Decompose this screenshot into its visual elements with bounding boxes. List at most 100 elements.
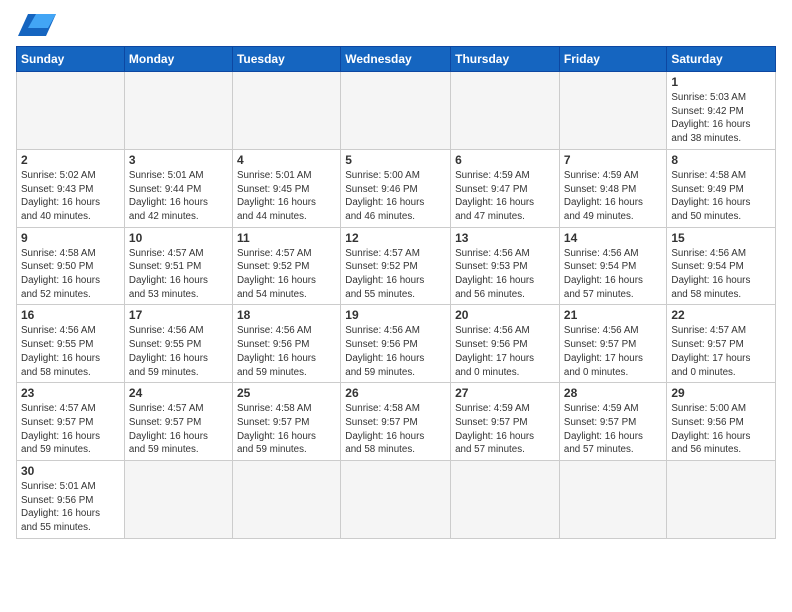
day-number: 20 (455, 308, 555, 322)
calendar-day-cell (232, 461, 340, 539)
day-info: Sunrise: 5:02 AM Sunset: 9:43 PM Dayligh… (21, 169, 120, 224)
day-info: Sunrise: 4:57 AM Sunset: 9:57 PM Dayligh… (21, 402, 120, 457)
day-info: Sunrise: 4:57 AM Sunset: 9:52 PM Dayligh… (237, 247, 336, 302)
calendar-day-cell: 9Sunrise: 4:58 AM Sunset: 9:50 PM Daylig… (17, 227, 125, 305)
calendar-day-cell: 12 Sunrise: 4:57 AM Sunset: 9:52 PM Dayli… (341, 227, 451, 305)
day-number: 27 (455, 386, 555, 400)
calendar-day-cell: 21Sunrise: 4:56 AM Sunset: 9:57 PM Dayli… (559, 305, 666, 383)
day-info: Sunrise: 4:56 AM Sunset: 9:54 PM Dayligh… (564, 247, 662, 302)
day-info: Sunrise: 5:00 AM Sunset: 9:56 PM Dayligh… (671, 402, 771, 457)
day-number: 1 (671, 75, 771, 89)
calendar-week-row: 16 Sunrise: 4:56 AM Sunset: 9:55 PM Dayli… (17, 305, 776, 383)
day-number: 19 (345, 308, 446, 322)
day-info: Sunrise: 5:01 AM Sunset: 9:44 PM Dayligh… (129, 169, 228, 224)
day-info: Sunrise: 5:01 AM Sunset: 9:45 PM Dayligh… (237, 169, 336, 224)
calendar-day-cell (667, 461, 776, 539)
calendar-day-cell: 30 Sunrise: 5:01 AM Sunset: 9:56 PM Dayli… (17, 461, 125, 539)
calendar-day-cell (232, 72, 340, 150)
calendar-day-cell: 24 Sunrise: 4:57 AM Sunset: 9:57 PM Dayli… (124, 383, 232, 461)
day-number: 9 (21, 231, 120, 245)
calendar-day-cell: 28Sunrise: 4:59 AM Sunset: 9:57 PM Dayli… (559, 383, 666, 461)
header-day: Saturday (667, 47, 776, 72)
day-info: Sunrise: 4:57 AM Sunset: 9:51 PM Dayligh… (129, 247, 228, 302)
calendar-day-cell (451, 461, 560, 539)
day-number: 29 (671, 386, 771, 400)
day-info: Sunrise: 5:03 AM Sunset: 9:42 PM Dayligh… (671, 91, 771, 146)
day-info: Sunrise: 4:58 AM Sunset: 9:57 PM Dayligh… (237, 402, 336, 457)
calendar-week-row: 1 Sunrise: 5:03 AM Sunset: 9:42 PM Daylig… (17, 72, 776, 150)
day-number: 6 (455, 153, 555, 167)
day-info: Sunrise: 4:59 AM Sunset: 9:48 PM Dayligh… (564, 169, 662, 224)
day-number: 23 (21, 386, 120, 400)
day-info: Sunrise: 4:56 AM Sunset: 9:56 PM Dayligh… (237, 324, 336, 379)
day-info: Sunrise: 5:00 AM Sunset: 9:46 PM Dayligh… (345, 169, 446, 224)
calendar-day-cell: 11 Sunrise: 4:57 AM Sunset: 9:52 PM Dayli… (232, 227, 340, 305)
day-info: Sunrise: 4:57 AM Sunset: 9:52 PM Dayligh… (345, 247, 446, 302)
day-number: 30 (21, 464, 120, 478)
day-number: 25 (237, 386, 336, 400)
calendar-day-cell: 13 Sunrise: 4:56 AM Sunset: 9:53 PM Dayli… (451, 227, 560, 305)
day-number: 16 (21, 308, 120, 322)
header-day: Sunday (17, 47, 125, 72)
calendar-day-cell: 1 Sunrise: 5:03 AM Sunset: 9:42 PM Daylig… (667, 72, 776, 150)
calendar-day-cell: 6Sunrise: 4:59 AM Sunset: 9:47 PM Daylig… (451, 149, 560, 227)
header-row: SundayMondayTuesdayWednesdayThursdayFrid… (17, 47, 776, 72)
logo (16, 16, 56, 36)
day-number: 11 (237, 231, 336, 245)
day-info: Sunrise: 5:01 AM Sunset: 9:56 PM Dayligh… (21, 480, 120, 535)
day-info: Sunrise: 4:58 AM Sunset: 9:57 PM Dayligh… (345, 402, 446, 457)
day-info: Sunrise: 4:56 AM Sunset: 9:53 PM Dayligh… (455, 247, 555, 302)
calendar-day-cell: 29 Sunrise: 5:00 AM Sunset: 9:56 PM Dayli… (667, 383, 776, 461)
calendar-table: SundayMondayTuesdayWednesdayThursdayFrid… (16, 46, 776, 539)
calendar-header: SundayMondayTuesdayWednesdayThursdayFrid… (17, 47, 776, 72)
calendar-week-row: 30 Sunrise: 5:01 AM Sunset: 9:56 PM Dayli… (17, 461, 776, 539)
logo-icon (18, 14, 56, 36)
calendar-day-cell: 5 Sunrise: 5:00 AM Sunset: 9:46 PM Daylig… (341, 149, 451, 227)
calendar-day-cell (559, 72, 666, 150)
day-info: Sunrise: 4:56 AM Sunset: 9:56 PM Dayligh… (455, 324, 555, 379)
calendar-day-cell: 25 Sunrise: 4:58 AM Sunset: 9:57 PM Dayli… (232, 383, 340, 461)
day-number: 7 (564, 153, 662, 167)
day-number: 15 (671, 231, 771, 245)
day-number: 13 (455, 231, 555, 245)
day-number: 2 (21, 153, 120, 167)
day-info: Sunrise: 4:59 AM Sunset: 9:57 PM Dayligh… (564, 402, 662, 457)
calendar-day-cell: 19Sunrise: 4:56 AM Sunset: 9:56 PM Dayli… (341, 305, 451, 383)
header-day: Thursday (451, 47, 560, 72)
calendar-day-cell: 8Sunrise: 4:58 AM Sunset: 9:49 PM Daylig… (667, 149, 776, 227)
day-number: 22 (671, 308, 771, 322)
header-day: Friday (559, 47, 666, 72)
calendar-day-cell: 7 Sunrise: 4:59 AM Sunset: 9:48 PM Daylig… (559, 149, 666, 227)
day-info: Sunrise: 4:56 AM Sunset: 9:57 PM Dayligh… (564, 324, 662, 379)
calendar-day-cell: 16 Sunrise: 4:56 AM Sunset: 9:55 PM Dayli… (17, 305, 125, 383)
calendar-day-cell: 15 Sunrise: 4:56 AM Sunset: 9:54 PM Dayli… (667, 227, 776, 305)
header-day: Monday (124, 47, 232, 72)
page-header (16, 16, 776, 36)
calendar-body: 1 Sunrise: 5:03 AM Sunset: 9:42 PM Daylig… (17, 72, 776, 539)
day-info: Sunrise: 4:56 AM Sunset: 9:54 PM Dayligh… (671, 247, 771, 302)
calendar-day-cell (124, 72, 232, 150)
calendar-day-cell (341, 461, 451, 539)
calendar-day-cell (124, 461, 232, 539)
day-number: 10 (129, 231, 228, 245)
calendar-day-cell (559, 461, 666, 539)
calendar-day-cell: 27Sunrise: 4:59 AM Sunset: 9:57 PM Dayli… (451, 383, 560, 461)
day-number: 14 (564, 231, 662, 245)
day-info: Sunrise: 4:57 AM Sunset: 9:57 PM Dayligh… (129, 402, 228, 457)
day-number: 24 (129, 386, 228, 400)
day-number: 8 (671, 153, 771, 167)
day-number: 26 (345, 386, 446, 400)
calendar-day-cell (17, 72, 125, 150)
day-number: 3 (129, 153, 228, 167)
calendar-day-cell: 14 Sunrise: 4:56 AM Sunset: 9:54 PM Dayli… (559, 227, 666, 305)
calendar-week-row: 2 Sunrise: 5:02 AM Sunset: 9:43 PM Daylig… (17, 149, 776, 227)
day-number: 12 (345, 231, 446, 245)
day-info: Sunrise: 4:56 AM Sunset: 9:55 PM Dayligh… (21, 324, 120, 379)
calendar-day-cell (341, 72, 451, 150)
calendar-day-cell: 20 Sunrise: 4:56 AM Sunset: 9:56 PM Dayli… (451, 305, 560, 383)
calendar-day-cell: 3 Sunrise: 5:01 AM Sunset: 9:44 PM Daylig… (124, 149, 232, 227)
calendar-day-cell: 10 Sunrise: 4:57 AM Sunset: 9:51 PM Dayli… (124, 227, 232, 305)
calendar-week-row: 9Sunrise: 4:58 AM Sunset: 9:50 PM Daylig… (17, 227, 776, 305)
day-number: 5 (345, 153, 446, 167)
calendar-day-cell: 26 Sunrise: 4:58 AM Sunset: 9:57 PM Dayli… (341, 383, 451, 461)
